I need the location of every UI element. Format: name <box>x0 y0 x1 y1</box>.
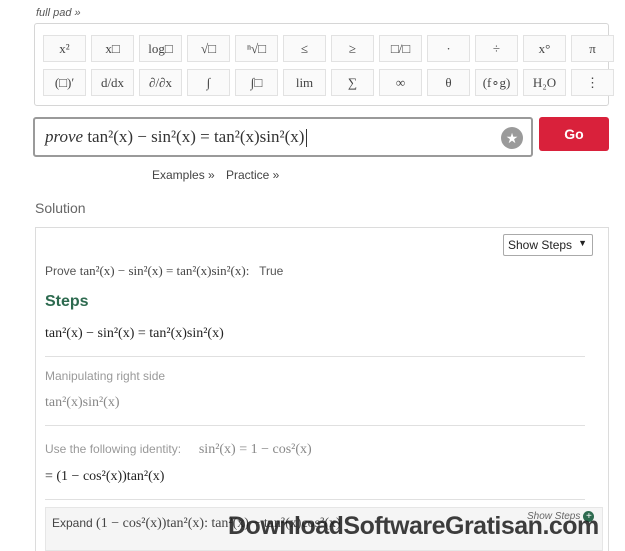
divider <box>45 499 585 500</box>
substituted-expression: = (1 − cos²(x))tan²(x) <box>45 469 165 484</box>
keypad-key[interactable]: x² <box>43 35 86 62</box>
keypad-key[interactable]: lim <box>283 69 326 96</box>
manipulating-label: Manipulating right side <box>45 369 166 383</box>
examples-link[interactable]: Examples » <box>152 168 215 182</box>
keypad-key[interactable]: log□ <box>139 35 182 62</box>
text-caret <box>306 129 308 148</box>
keypad-key[interactable]: ≤ <box>283 35 326 62</box>
keypad-key[interactable]: ∫□ <box>235 69 278 96</box>
identity-expression: sin²(x) = 1 − cos²(x) <box>198 442 312 457</box>
math-keypad: x² x□ log□ √□ ⁿ√□ ≤ ≥ □/□ · ÷ x° π (□)′ d/dx ∂/∂x ∫ ∫□ l… <box>34 23 614 106</box>
keypad-key[interactable]: d/dx <box>91 69 134 96</box>
keypad-key[interactable]: ÷ <box>475 35 518 62</box>
keypad-key[interactable]: ⁿ√□ <box>235 35 278 62</box>
keypad-key[interactable]: ≥ <box>331 35 374 62</box>
result-value: True <box>259 264 284 278</box>
keypad-key[interactable]: ∂/∂x <box>139 69 182 96</box>
keypad-key[interactable]: ⋮ <box>571 69 614 96</box>
keypad-key[interactable]: ∞ <box>379 69 422 96</box>
prove-result-line: Prove tan²(x) − sin²(x) = tan²(x)sin²(x)… <box>45 263 284 278</box>
keypad-key[interactable]: · <box>427 35 470 62</box>
watermark: DownloadSoftwareGratisan.com <box>228 512 599 540</box>
input-expression: tan²(x) − sin²(x) = tan²(x)sin²(x) <box>87 126 305 146</box>
keypad-key[interactable]: √□ <box>187 35 230 62</box>
identity-line: Use the following identity: sin²(x) = 1 … <box>45 442 312 457</box>
keypad-key[interactable]: x° <box>523 35 566 62</box>
practice-link[interactable]: Practice » <box>226 168 279 182</box>
dropdown-arrow-icon: ▼ <box>578 238 587 248</box>
prove-keyword: prove <box>45 126 84 146</box>
keypad-key[interactable]: (□)′ <box>43 69 86 96</box>
keypad-key[interactable]: π <box>571 35 614 62</box>
show-steps-dropdown[interactable]: Show Steps ▼ <box>503 234 593 256</box>
keypad-key[interactable]: θ <box>427 69 470 96</box>
keypad-key[interactable]: x□ <box>91 35 134 62</box>
go-button[interactable]: Go <box>539 117 609 151</box>
keypad-key[interactable]: ∫ <box>187 69 230 96</box>
solution-heading: Solution <box>35 200 86 216</box>
divider <box>45 356 585 357</box>
keypad-key[interactable]: (f∘g) <box>475 69 518 96</box>
step-main-equation: tan²(x) − sin²(x) = tan²(x)sin²(x) <box>45 326 224 341</box>
keypad-key[interactable]: H₂O <box>523 69 566 96</box>
full-pad-link[interactable]: full pad » <box>36 7 81 19</box>
keypad-key[interactable]: ∑ <box>331 69 374 96</box>
prove-expression: tan²(x) − sin²(x) = tan²(x)sin²(x): <box>79 263 250 278</box>
expression-input[interactable]: prove tan²(x) − sin²(x) = tan²(x)sin²(x)… <box>33 117 533 157</box>
keypad-key[interactable]: □/□ <box>379 35 422 62</box>
steps-title: Steps <box>45 293 89 310</box>
expand-expression: (1 − cos²(x))tan²(x): <box>96 516 208 531</box>
manipulating-expression: tan²(x)sin²(x) <box>45 395 120 410</box>
divider <box>45 425 585 426</box>
star-icon[interactable]: ★ <box>501 127 523 149</box>
